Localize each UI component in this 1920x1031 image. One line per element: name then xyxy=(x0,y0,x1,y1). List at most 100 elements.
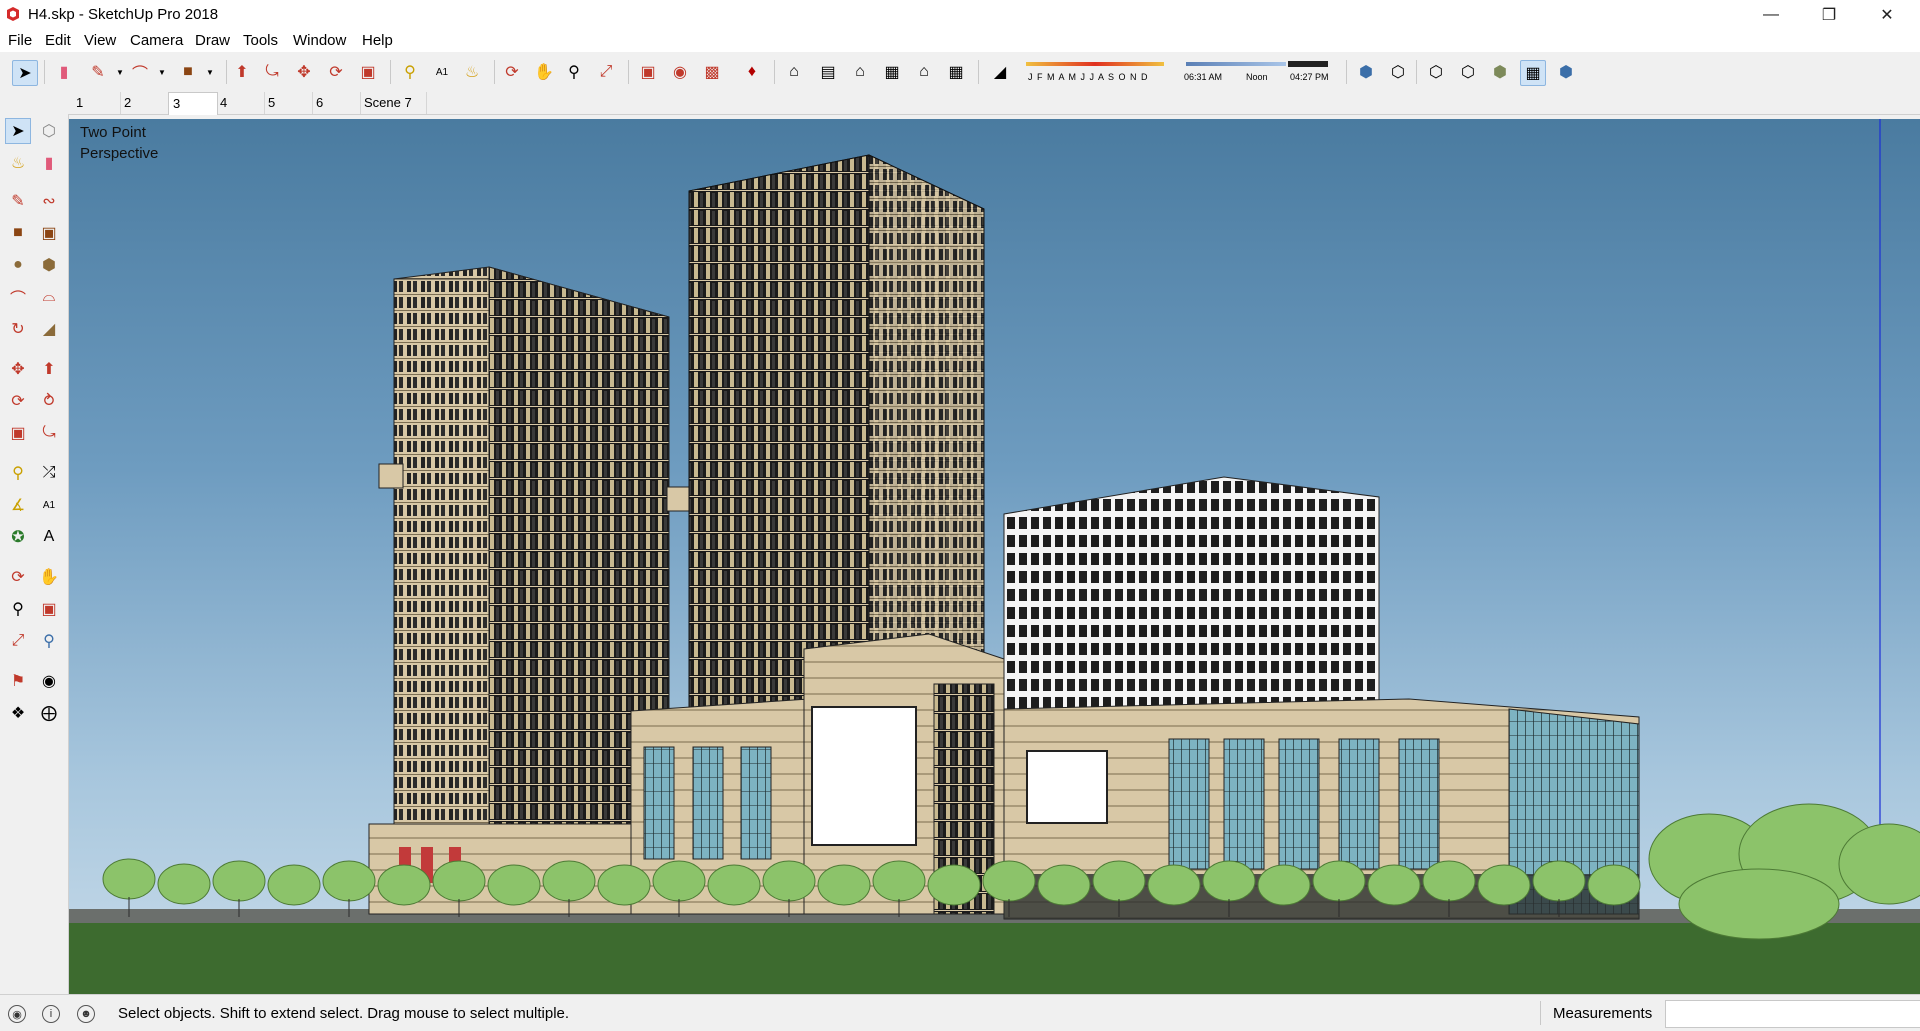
push-pull-tool-button[interactable]: ⬆ xyxy=(230,60,254,84)
hidden-line-style-button[interactable]: ⬡ xyxy=(1456,60,1480,84)
tape-measure-button[interactable]: ⚲ xyxy=(5,460,31,486)
extension-warehouse-button[interactable]: ◉ xyxy=(668,60,692,84)
position-camera-button[interactable]: ⚑ xyxy=(5,668,31,694)
scene-tab-4[interactable]: 4 xyxy=(216,92,265,114)
menu-draw[interactable]: Draw xyxy=(195,32,230,49)
paint-bucket-tool-button[interactable]: ♨ xyxy=(460,60,484,84)
scene-tab-3[interactable]: 3 xyxy=(168,92,218,115)
credits-info-icon[interactable]: i xyxy=(42,1005,60,1023)
layout-send-button[interactable]: ▩ xyxy=(700,60,724,84)
rectangle-tool-button[interactable]: ■ xyxy=(176,60,200,84)
front-view-button[interactable]: ⌂ xyxy=(848,60,872,84)
scale-tool-button[interactable]: ▣ xyxy=(356,60,380,84)
zoom-extents-button[interactable]: ⤢ xyxy=(594,60,618,84)
move-tool-button[interactable]: ✥ xyxy=(292,60,316,84)
pan-tool-button[interactable]: ✋ xyxy=(532,60,556,84)
shadow-date-slider[interactable]: J F M A M J J A S O N D xyxy=(1022,60,1168,86)
polygon-button[interactable]: ⬢ xyxy=(36,252,62,278)
zoom-button[interactable]: ⚲ xyxy=(5,596,31,622)
text-tool-button[interactable]: A1 xyxy=(430,60,454,84)
menu-view[interactable]: View xyxy=(84,32,116,49)
dimension-button[interactable]: ⤮ xyxy=(36,460,62,486)
shadow-time-slider[interactable]: 06:31 AM Noon 04:27 PM xyxy=(1182,60,1336,86)
shaded-textures-style-button[interactable]: ▦ xyxy=(1520,60,1546,86)
user-account-icon[interactable]: ☻ xyxy=(77,1005,95,1023)
orbit-button[interactable]: ⟳ xyxy=(5,564,31,590)
menu-file[interactable]: File xyxy=(8,32,32,49)
make-component-button[interactable]: ⬡ xyxy=(36,118,62,144)
offset-button[interactable]: ⤿ xyxy=(36,420,62,446)
zoom-tool-button[interactable]: ⚲ xyxy=(562,60,586,84)
back-edges-style-button[interactable]: ⬡ xyxy=(1386,60,1410,84)
3d-warehouse-button[interactable]: ▣ xyxy=(636,60,660,84)
text-button[interactable]: A1 xyxy=(36,492,62,518)
push-pull-button[interactable]: ⬆ xyxy=(36,356,62,382)
scene-tab-2[interactable]: 2 xyxy=(120,92,169,114)
toolbar-separator xyxy=(978,60,979,84)
zoom-extents-button[interactable]: ⤢ xyxy=(5,628,31,654)
shaded-style-button[interactable]: ⬢ xyxy=(1488,60,1512,84)
circle-button[interactable]: ● xyxy=(5,252,31,278)
axes-button[interactable]: ✪ xyxy=(5,524,31,550)
measurements-input[interactable] xyxy=(1665,1000,1920,1028)
hidden-line-cube-icon: ⬡ xyxy=(1461,64,1475,81)
select-tool-button[interactable]: ➤ xyxy=(5,118,31,144)
move-button[interactable]: ✥ xyxy=(5,356,31,382)
line-tool-button[interactable]: ✎ xyxy=(86,60,110,84)
protractor-button[interactable]: ∡ xyxy=(5,492,31,518)
section-plane-button[interactable]: ⨁ xyxy=(36,700,62,726)
arc-tool-button[interactable]: ⌒ xyxy=(128,60,152,84)
look-around-button[interactable]: ◉ xyxy=(36,668,62,694)
right-view-button[interactable]: ▦ xyxy=(880,60,904,84)
follow-me-button[interactable]: ⥁ xyxy=(36,388,62,414)
rotate-button[interactable]: ⟳ xyxy=(5,388,31,414)
extension-manager-button[interactable]: ♦ xyxy=(740,60,764,84)
rotate-tool-button[interactable]: ⟳ xyxy=(324,60,348,84)
orbit-tool-button[interactable]: ⟳ xyxy=(500,60,524,84)
monochrome-style-button[interactable]: ⬢ xyxy=(1554,60,1578,84)
rectangle-button[interactable]: ■ xyxy=(5,220,31,246)
xray-style-button[interactable]: ⬢ xyxy=(1354,60,1378,84)
pie-button[interactable]: ◢ xyxy=(36,316,62,342)
menu-camera[interactable]: Camera xyxy=(130,32,183,49)
pan-button[interactable]: ✋ xyxy=(36,564,62,590)
maximize-button[interactable]: ❐ xyxy=(1800,0,1858,30)
scene-tab-5[interactable]: 5 xyxy=(264,92,313,114)
back-view-button[interactable]: ⌂ xyxy=(912,60,936,84)
paint-bucket-button[interactable]: ♨ xyxy=(5,150,31,176)
menu-help[interactable]: Help xyxy=(362,32,393,49)
select-tool-button[interactable]: ➤ xyxy=(12,60,38,86)
menu-edit[interactable]: Edit xyxy=(45,32,71,49)
arc-dropdown-button[interactable]: ▼ xyxy=(150,60,174,84)
two-point-arc-button[interactable]: ⌓ xyxy=(36,284,62,310)
menu-window[interactable]: Window xyxy=(293,32,346,49)
previous-view-button[interactable]: ⚲ xyxy=(36,628,62,654)
walk-button[interactable]: ❖ xyxy=(5,700,31,726)
rotated-rectangle-button[interactable]: ▣ xyxy=(36,220,62,246)
line-button[interactable]: ✎ xyxy=(5,188,31,214)
zoom-window-button[interactable]: ▣ xyxy=(36,596,62,622)
top-view-button[interactable]: ▤ xyxy=(816,60,840,84)
close-button[interactable]: ✕ xyxy=(1858,0,1916,30)
menu-tools[interactable]: Tools xyxy=(243,32,278,49)
left-view-button[interactable]: ▦ xyxy=(944,60,968,84)
shadows-toggle-button[interactable]: ◢ xyxy=(988,60,1012,84)
scale-button[interactable]: ▣ xyxy=(5,420,31,446)
geo-location-icon[interactable]: ◉ xyxy=(8,1005,26,1023)
tape-measure-tool-button[interactable]: ⚲ xyxy=(398,60,422,84)
scene-tab-7[interactable]: Scene 7 xyxy=(360,92,427,114)
scene-tab-6[interactable]: 6 xyxy=(312,92,361,114)
eraser-button[interactable]: ▮ xyxy=(36,150,62,176)
3d-text-button[interactable]: A xyxy=(36,524,62,550)
scene-tab-1[interactable]: 1 xyxy=(72,92,121,114)
minimize-button[interactable]: — xyxy=(1742,0,1800,30)
offset-tool-button[interactable]: ⤿ xyxy=(260,60,284,84)
three-point-arc-button[interactable]: ↻ xyxy=(5,316,31,342)
eraser-tool-button[interactable]: ▮ xyxy=(52,60,76,84)
arc-button[interactable]: ⌒ xyxy=(5,284,31,310)
shape-dropdown-button[interactable]: ▼ xyxy=(198,60,222,84)
freehand-button[interactable]: ∾ xyxy=(36,188,62,214)
iso-view-button[interactable]: ⌂ xyxy=(782,60,806,84)
wireframe-style-button[interactable]: ⬡ xyxy=(1424,60,1448,84)
model-viewport[interactable]: Two Point Perspective xyxy=(69,119,1920,994)
